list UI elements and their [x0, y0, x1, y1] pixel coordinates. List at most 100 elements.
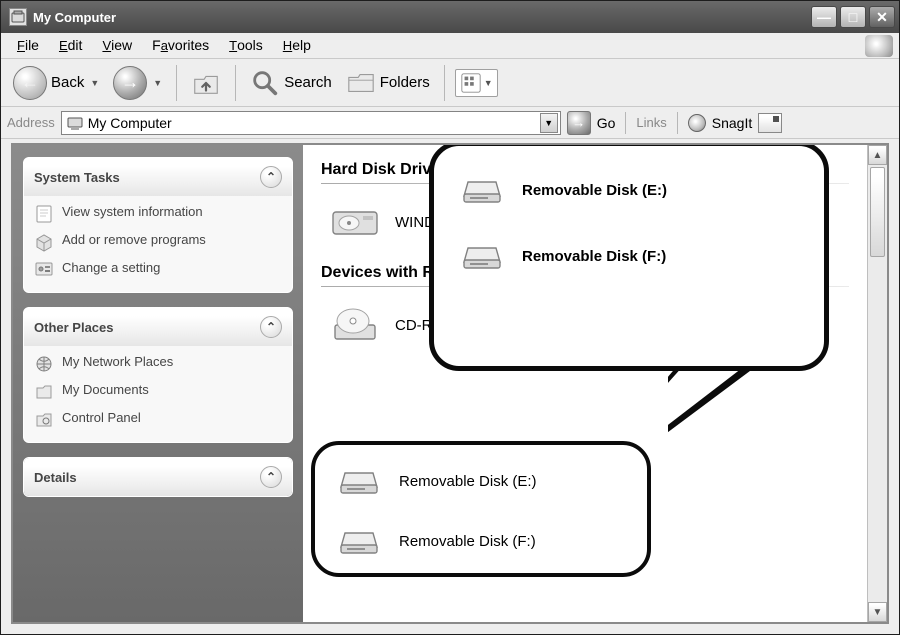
control-panel-folder-icon — [34, 410, 54, 430]
drive-removable-f[interactable]: Removable Disk (F:) — [333, 521, 633, 561]
drive-listing: Hard Disk Drives WIND Devices with R CD-… — [303, 145, 867, 622]
panel-header-system-tasks[interactable]: System Tasks ⌃ — [24, 158, 292, 196]
task-label: View system information — [62, 204, 203, 219]
back-arrow-icon: ← — [13, 66, 47, 100]
toolbar-separator — [444, 65, 445, 101]
callout-enlarged-drives: Removable Disk (E:) Removable Disk (F:) — [429, 145, 829, 371]
control-panel-icon — [34, 260, 54, 280]
panel-header-details[interactable]: Details ⌃ — [24, 458, 292, 496]
menu-favorites[interactable]: Favorites — [142, 33, 219, 58]
drive-label: Removable Disk (F:) — [399, 533, 536, 550]
link-my-documents[interactable]: My Documents — [34, 382, 282, 402]
scroll-thumb[interactable] — [870, 167, 885, 257]
link-control-panel[interactable]: Control Panel — [34, 410, 282, 430]
search-label: Search — [284, 74, 332, 91]
callout-drive-f: Removable Disk (F:) — [456, 236, 806, 276]
content-area: System Tasks ⌃ View system information A… — [11, 143, 889, 624]
address-bar: Address My Computer ▼ → Go Links SnagIt — [1, 107, 899, 139]
panel-body: My Network Places My Documents Control P… — [24, 346, 292, 442]
panel-details: Details ⌃ — [23, 457, 293, 497]
task-add-remove-programs[interactable]: Add or remove programs — [34, 232, 282, 252]
windows-flag-icon — [865, 35, 893, 57]
link-network-places[interactable]: My Network Places — [34, 354, 282, 374]
panel-title: System Tasks — [34, 170, 120, 185]
menu-view[interactable]: View — [92, 33, 142, 58]
drive-removable-e[interactable]: Removable Disk (E:) — [333, 461, 633, 501]
back-dropdown-icon[interactable]: ▼ — [90, 78, 99, 88]
forward-arrow-icon: → — [113, 66, 147, 100]
menu-bar: File Edit View Favorites Tools Help — [1, 33, 899, 59]
addrbar-separator — [677, 112, 678, 134]
panel-title: Other Places — [34, 320, 114, 335]
back-label: Back — [51, 74, 84, 91]
title-bar[interactable]: My Computer — □ ✕ — [1, 1, 899, 33]
hard-disk-icon — [329, 202, 381, 242]
collapse-icon[interactable]: ⌃ — [260, 466, 282, 488]
snagit-icon[interactable] — [688, 114, 706, 132]
menu-tools[interactable]: Tools — [219, 33, 273, 58]
address-label: Address — [7, 115, 55, 130]
menu-help[interactable]: Help — [273, 33, 321, 58]
panel-body: View system information Add or remove pr… — [24, 196, 292, 292]
removable-disk-icon — [456, 170, 508, 210]
close-button[interactable]: ✕ — [869, 6, 895, 28]
search-button[interactable]: Search — [246, 66, 336, 100]
task-label: Change a setting — [62, 260, 160, 275]
documents-icon — [34, 382, 54, 402]
box-icon — [34, 232, 54, 252]
callout-drive-e: Removable Disk (E:) — [456, 170, 806, 210]
snagit-editor-icon[interactable] — [758, 113, 782, 133]
forward-button[interactable]: → ▼ — [109, 64, 166, 102]
drive-label: Removable Disk (E:) — [522, 182, 667, 199]
panel-other-places: Other Places ⌃ My Network Places My Docu… — [23, 307, 293, 443]
forward-dropdown-icon[interactable]: ▼ — [153, 78, 162, 88]
drive-label: Removable Disk (E:) — [399, 473, 537, 490]
scroll-down-button[interactable]: ▼ — [868, 602, 887, 622]
toolbar-separator — [176, 65, 177, 101]
task-view-system-info[interactable]: View system information — [34, 204, 282, 224]
task-label: My Network Places — [62, 354, 173, 369]
network-places-icon — [34, 354, 54, 374]
task-change-setting[interactable]: Change a setting — [34, 260, 282, 280]
task-pane: System Tasks ⌃ View system information A… — [13, 145, 303, 622]
removable-disk-icon — [333, 461, 385, 501]
snagit-label[interactable]: SnagIt — [712, 115, 752, 131]
cd-drive-icon — [329, 305, 381, 345]
panel-title: Details — [34, 470, 77, 485]
go-button[interactable]: → — [567, 111, 591, 135]
back-button[interactable]: ← Back ▼ — [9, 64, 103, 102]
toolbar-separator — [235, 65, 236, 101]
address-combo[interactable]: My Computer ▼ — [61, 111, 561, 135]
views-button[interactable]: ▼ — [455, 69, 498, 97]
addrbar-separator — [625, 112, 626, 134]
folders-button[interactable]: Folders — [342, 66, 434, 100]
task-label: My Documents — [62, 382, 149, 397]
highlight-removable-drives: Removable Disk (E:) Removable Disk (F:) — [311, 441, 651, 577]
main-content: Hard Disk Drives WIND Devices with R CD-… — [303, 145, 887, 622]
removable-disk-icon — [456, 236, 508, 276]
links-label[interactable]: Links — [636, 115, 666, 130]
scroll-up-button[interactable]: ▲ — [868, 145, 887, 165]
explorer-window: My Computer — □ ✕ File Edit View Favorit… — [0, 0, 900, 635]
collapse-icon[interactable]: ⌃ — [260, 316, 282, 338]
toolbar: ← Back ▼ → ▼ Search Folders ▼ — [1, 59, 899, 107]
up-button[interactable] — [187, 66, 225, 100]
removable-disk-icon — [333, 521, 385, 561]
panel-system-tasks: System Tasks ⌃ View system information A… — [23, 157, 293, 293]
drive-label: Removable Disk (F:) — [522, 248, 666, 265]
panel-header-other-places[interactable]: Other Places ⌃ — [24, 308, 292, 346]
menu-edit[interactable]: Edit — [49, 33, 92, 58]
window-controls: — □ ✕ — [811, 6, 895, 28]
menu-file[interactable]: File — [7, 33, 49, 58]
collapse-icon[interactable]: ⌃ — [260, 166, 282, 188]
my-computer-icon — [66, 114, 84, 132]
go-label: Go — [597, 115, 616, 131]
address-dropdown-icon[interactable]: ▼ — [540, 113, 558, 133]
minimize-button[interactable]: — — [811, 6, 837, 28]
address-value: My Computer — [88, 115, 540, 131]
task-label: Control Panel — [62, 410, 141, 425]
maximize-button[interactable]: □ — [840, 6, 866, 28]
app-icon — [9, 8, 27, 26]
window-title: My Computer — [33, 10, 116, 25]
task-label: Add or remove programs — [62, 232, 206, 247]
